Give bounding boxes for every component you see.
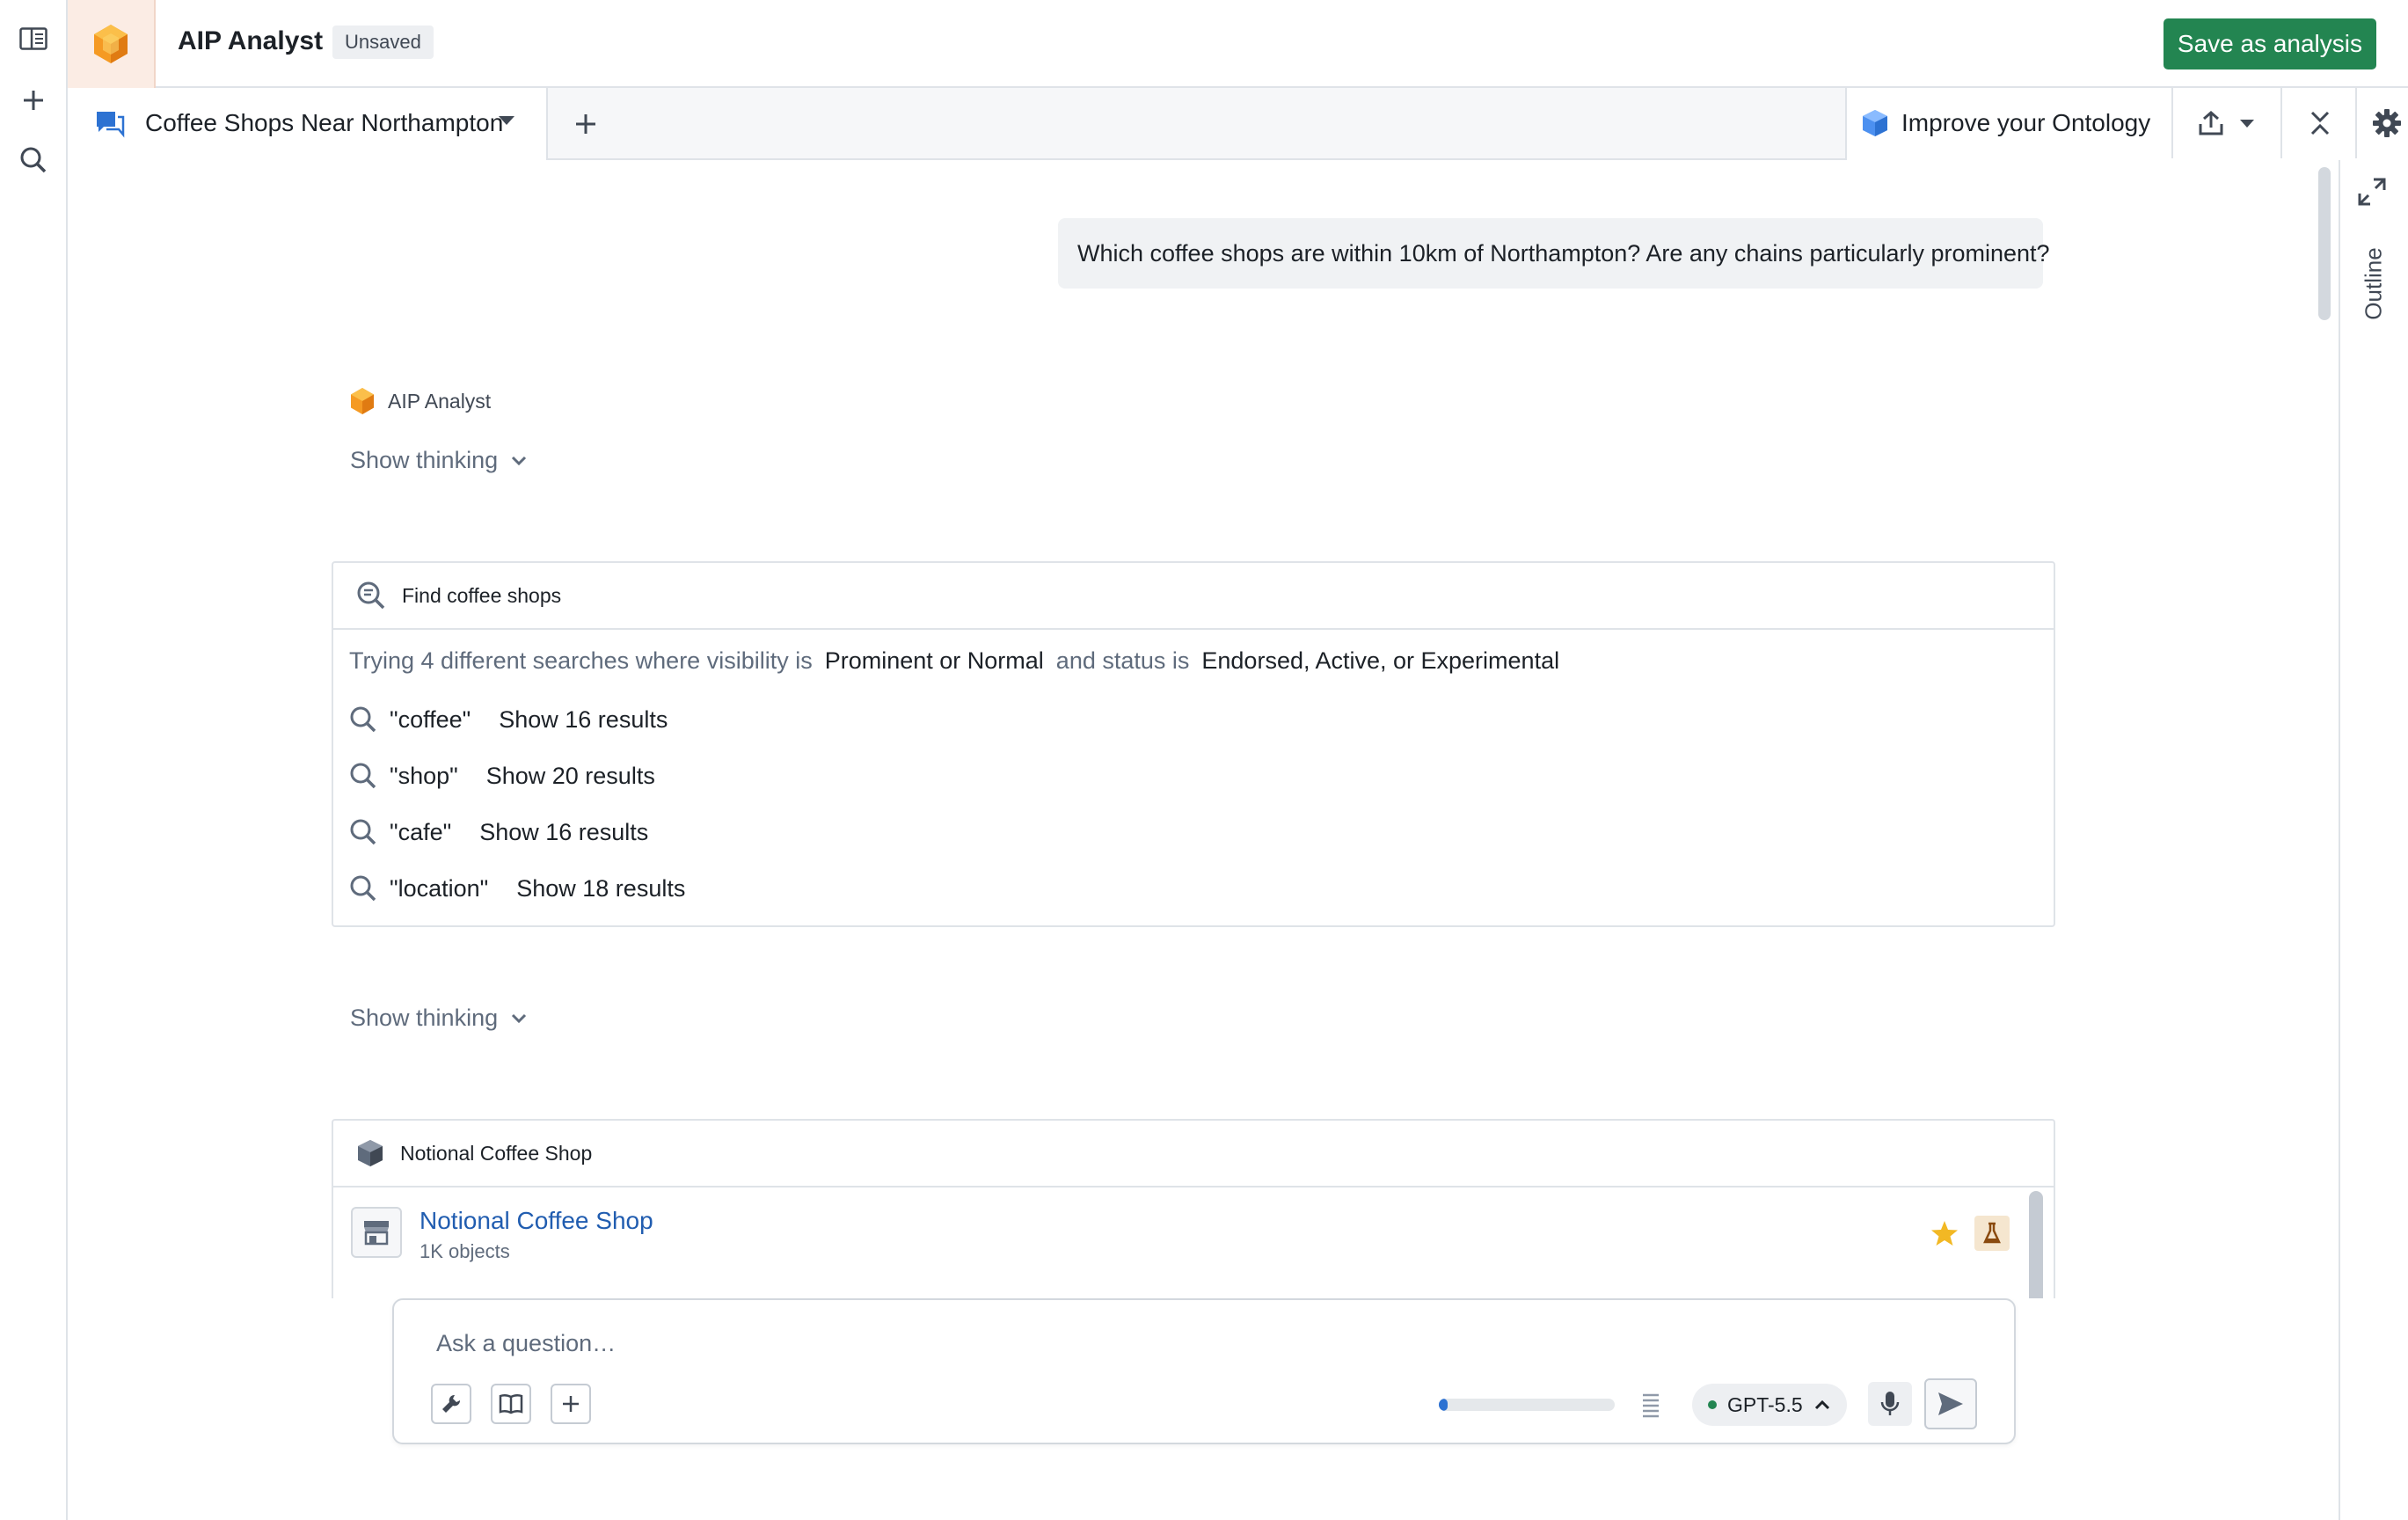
app-title: AIP Analyst bbox=[178, 26, 324, 55]
hexagon-logo-icon bbox=[351, 388, 374, 414]
model-selector[interactable]: GPT-5.5 bbox=[1692, 1384, 1847, 1426]
search-term: "shop" bbox=[390, 762, 458, 789]
desc-prefix: Trying 4 different searches where visibi… bbox=[349, 647, 813, 674]
object-badges bbox=[1930, 1216, 2010, 1251]
tab-coffee-shops[interactable]: Coffee Shops Near Northampton bbox=[68, 88, 548, 160]
microphone-icon[interactable] bbox=[1868, 1382, 1912, 1426]
hexagon-logo-icon bbox=[94, 25, 128, 63]
object-card-header: Notional Coffee Shop bbox=[333, 1121, 2054, 1188]
model-name: GPT-5.5 bbox=[1727, 1392, 1803, 1416]
search-icon[interactable] bbox=[14, 141, 53, 179]
search-row: "cafe" Show 16 results bbox=[349, 818, 648, 846]
show-thinking-label: Show thinking bbox=[350, 447, 499, 473]
chevron-down-icon bbox=[512, 456, 527, 465]
star-icon bbox=[1931, 1221, 1958, 1246]
cube-icon bbox=[1863, 110, 1887, 136]
search-card-header: Find coffee shops bbox=[333, 563, 2054, 630]
top-bar: AIP Analyst Unsaved Save as analysis bbox=[68, 0, 2408, 88]
tab-bar: Coffee Shops Near Northampton Improve yo… bbox=[68, 88, 2408, 160]
context-usage-bar bbox=[1439, 1399, 1615, 1411]
status-filter[interactable]: Endorsed, Active, or Experimental bbox=[1201, 647, 1559, 674]
tab-label: Coffee Shops Near Northampton bbox=[145, 109, 504, 136]
plus-icon bbox=[576, 114, 595, 134]
improve-ontology-label: Improve your Ontology bbox=[1901, 109, 2151, 136]
ask-input[interactable] bbox=[436, 1321, 1492, 1365]
show-results-link[interactable]: Show 18 results bbox=[516, 875, 685, 902]
search-icon bbox=[350, 706, 376, 733]
search-term: "cafe" bbox=[390, 818, 452, 845]
divider bbox=[2171, 88, 2173, 158]
save-as-analysis-button[interactable]: Save as analysis bbox=[2163, 18, 2376, 69]
gear-icon[interactable] bbox=[2368, 104, 2406, 142]
show-results-link[interactable]: Show 20 results bbox=[486, 763, 655, 790]
assistant-name: AIP Analyst bbox=[388, 389, 492, 413]
object-type-row[interactable]: Notional Coffee Shop 1K objects bbox=[351, 1207, 653, 1263]
search-row: "location" Show 18 results bbox=[349, 874, 685, 902]
composer: GPT-5.5 bbox=[392, 1298, 2016, 1444]
status-dot-icon bbox=[1708, 1400, 1717, 1409]
status-badge: Unsaved bbox=[332, 26, 434, 59]
desc-mid: and status is bbox=[1055, 647, 1190, 674]
object-card-title: Notional Coffee Shop bbox=[400, 1141, 593, 1165]
caret-down-icon[interactable] bbox=[497, 114, 516, 131]
add-tab-button[interactable] bbox=[567, 106, 604, 142]
collapse-icon[interactable] bbox=[2301, 104, 2339, 142]
expand-icon[interactable] bbox=[2356, 176, 2388, 212]
search-row: "shop" Show 20 results bbox=[349, 762, 655, 790]
search-list-icon bbox=[357, 581, 385, 610]
divider bbox=[2355, 88, 2357, 158]
show-thinking-toggle[interactable]: Show thinking bbox=[350, 1005, 528, 1032]
show-results-link[interactable]: Show 16 results bbox=[479, 819, 648, 846]
list-icon[interactable] bbox=[1641, 1392, 1660, 1422]
object-card: Notional Coffee Shop Notional Coffee Sho… bbox=[332, 1119, 2055, 1298]
plus-icon[interactable] bbox=[551, 1384, 591, 1424]
card-scrollbar[interactable] bbox=[2029, 1191, 2043, 1298]
scrollbar[interactable] bbox=[2318, 167, 2331, 320]
left-rail bbox=[0, 0, 68, 1520]
search-term: "location" bbox=[390, 874, 489, 902]
improve-ontology-button[interactable]: Improve your Ontology bbox=[1861, 88, 2150, 158]
search-icon bbox=[350, 819, 376, 845]
user-message: Which coffee shops are within 10km of No… bbox=[1058, 218, 2050, 289]
flask-icon bbox=[1974, 1216, 2010, 1251]
search-icon bbox=[350, 763, 376, 789]
outline-label: Outline bbox=[2360, 246, 2387, 320]
plus-icon[interactable] bbox=[14, 81, 53, 120]
chat-icon bbox=[94, 109, 126, 143]
wrench-icon[interactable] bbox=[431, 1384, 471, 1424]
app-logo bbox=[68, 0, 156, 88]
search-term: "coffee" bbox=[390, 705, 471, 733]
book-icon[interactable] bbox=[491, 1384, 531, 1424]
chevron-up-icon bbox=[1814, 1399, 1829, 1410]
context-usage-fill bbox=[1439, 1399, 1448, 1411]
divider bbox=[2280, 88, 2282, 158]
visibility-filter[interactable]: Prominent or Normal bbox=[825, 647, 1044, 674]
outline-panel: Outline bbox=[2339, 160, 2408, 1520]
cube-icon bbox=[358, 1140, 383, 1166]
show-thinking-label: Show thinking bbox=[350, 1005, 499, 1031]
tab-tools: Improve your Ontology bbox=[1845, 88, 2408, 160]
outline-toggle[interactable]: Outline bbox=[2358, 239, 2393, 327]
assistant-header: AIP Analyst bbox=[349, 387, 491, 415]
show-results-link[interactable]: Show 16 results bbox=[499, 706, 668, 734]
search-card-title: Find coffee shops bbox=[402, 583, 562, 607]
search-icon bbox=[350, 875, 376, 902]
store-icon bbox=[351, 1207, 402, 1258]
object-type-link[interactable]: Notional Coffee Shop bbox=[420, 1207, 653, 1235]
upload-icon bbox=[2199, 111, 2223, 135]
export-button[interactable] bbox=[2186, 104, 2266, 142]
panel-toggle-icon[interactable] bbox=[14, 19, 53, 58]
search-card: Find coffee shops Trying 4 different sea… bbox=[332, 561, 2055, 927]
send-icon[interactable] bbox=[1924, 1378, 1977, 1429]
chevron-down-icon bbox=[512, 1013, 527, 1023]
show-thinking-toggle[interactable]: Show thinking bbox=[350, 447, 528, 474]
caret-down-icon bbox=[2240, 120, 2254, 128]
object-count: 1K objects bbox=[420, 1240, 510, 1262]
search-description: Trying 4 different searches where visibi… bbox=[349, 647, 1572, 675]
search-row: "coffee" Show 16 results bbox=[349, 705, 668, 734]
